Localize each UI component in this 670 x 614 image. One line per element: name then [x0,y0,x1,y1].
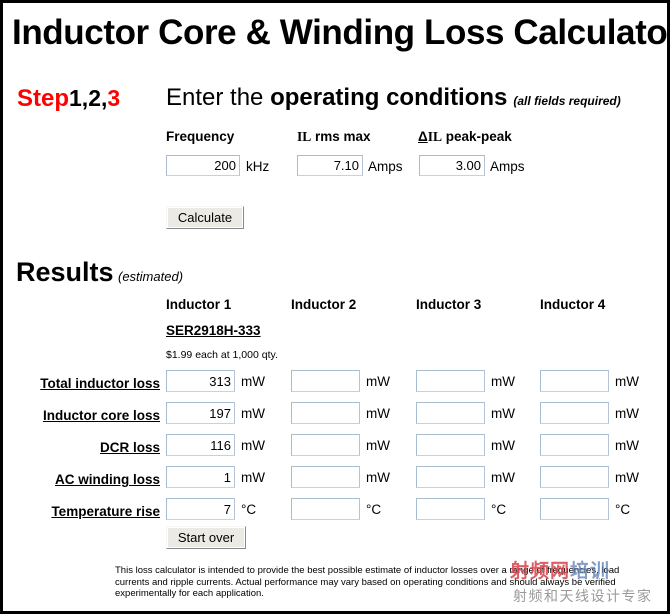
calculate-button[interactable]: Calculate [166,206,244,229]
row-label-inductor-core-loss-text: Inductor core loss [42,408,160,423]
row-label-total-inductor-loss-text: Total inductor loss [40,376,160,391]
result-total-inductor-loss-3[interactable] [416,370,485,392]
il-symbol-2: IL [427,129,442,144]
disclaimer-text: This loss calculator is intended to prov… [115,565,620,599]
unit-ac-winding-loss-1: mW [241,470,265,485]
result-ac-winding-loss-4[interactable] [540,466,609,488]
delta-il-peak-peak-input[interactable] [419,155,485,176]
result-dcr-loss-4[interactable] [540,434,609,456]
step-indicator: Step1,2,3 [17,87,120,111]
delta-symbol: Δ [418,129,428,144]
delta-il-peak-peak-label: ΔIL peak-peak [418,130,512,144]
column-header-inductor-2: Inductor 2 [291,297,357,312]
column-header-inductor-4: Inductor 4 [540,297,606,312]
unit-temperature-rise-4: °C [615,502,631,517]
unit-dcr-loss-4: mW [615,438,639,453]
step-instruction-plain: Enter the [166,84,271,111]
result-dcr-loss-2[interactable] [291,434,360,456]
il-rms-max-unit: Amps [368,159,403,174]
step-instruction-bold: operating conditions [270,84,508,111]
result-ac-winding-loss-1[interactable] [166,466,235,488]
row-label-ac-winding-loss: AC winding loss [3,471,160,489]
unit-ac-winding-loss-4: mW [615,470,639,485]
results-heading: Results [16,257,114,287]
unit-total-inductor-loss-2: mW [366,374,390,389]
step-word: Step [17,85,70,112]
row-label-temperature-rise-text: Temperature rise [51,504,160,519]
result-temperature-rise-3[interactable] [416,498,485,520]
result-total-inductor-loss-1[interactable] [166,370,235,392]
unit-ac-winding-loss-3: mW [491,470,515,485]
results-heading-note: (estimated) [118,269,184,284]
unit-total-inductor-loss-4: mW [615,374,639,389]
result-total-inductor-loss-4[interactable] [540,370,609,392]
result-dcr-loss-1[interactable] [166,434,235,456]
unit-dcr-loss-2: mW [366,438,390,453]
row-label-ac-winding-loss-text: AC winding loss [54,472,160,487]
result-inductor-core-loss-4[interactable] [540,402,609,424]
unit-dcr-loss-3: mW [491,438,515,453]
result-dcr-loss-3[interactable] [416,434,485,456]
unit-total-inductor-loss-1: mW [241,374,265,389]
result-inductor-core-loss-1[interactable] [166,402,235,424]
step-numbers-red: 3 [107,85,121,111]
result-inductor-core-loss-3[interactable] [416,402,485,424]
unit-dcr-loss-1: mW [241,438,265,453]
page-title: Inductor Core & Winding Loss Calculator [12,13,670,52]
row-label-dcr-loss-text: DCR loss [99,440,160,455]
frequency-input[interactable] [166,155,240,176]
inductor-1-part-number-link[interactable]: SER2918H-333 [166,324,261,338]
start-over-button[interactable]: Start over [166,526,246,549]
unit-temperature-rise-2: °C [366,502,382,517]
unit-total-inductor-loss-3: mW [491,374,515,389]
result-ac-winding-loss-3[interactable] [416,466,485,488]
frequency-label-text: Frequency [166,129,235,144]
delta-il-peak-peak-unit: Amps [490,159,525,174]
result-total-inductor-loss-2[interactable] [291,370,360,392]
frequency-label: Frequency [166,130,234,144]
all-fields-required-note: (all fields required) [513,94,621,108]
column-header-inductor-3: Inductor 3 [416,297,482,312]
column-header-inductor-1: Inductor 1 [166,297,232,312]
calculator-page: Inductor Core & Winding Loss Calculator … [0,0,670,614]
unit-temperature-rise-3: °C [491,502,507,517]
il-symbol: IL [297,129,312,144]
unit-ac-winding-loss-2: mW [366,470,390,485]
delta-il-peak-peak-label-text: peak-peak [441,129,512,144]
il-rms-max-input[interactable] [297,155,363,176]
unit-inductor-core-loss-1: mW [241,406,265,421]
step-instruction: Enter the operating conditions (all field… [166,86,621,110]
row-label-total-inductor-loss: Total inductor loss [3,375,160,393]
unit-inductor-core-loss-4: mW [615,406,639,421]
result-temperature-rise-2[interactable] [291,498,360,520]
row-label-temperature-rise: Temperature rise [3,503,160,521]
unit-temperature-rise-1: °C [241,502,257,517]
result-temperature-rise-4[interactable] [540,498,609,520]
il-rms-max-label: IL rms max [297,130,371,144]
frequency-unit: kHz [246,159,270,174]
result-inductor-core-loss-2[interactable] [291,402,360,424]
inductor-1-price: $1.99 each at 1,000 qty. [166,349,278,361]
unit-inductor-core-loss-3: mW [491,406,515,421]
result-ac-winding-loss-2[interactable] [291,466,360,488]
row-label-dcr-loss: DCR loss [3,439,160,457]
row-label-inductor-core-loss: Inductor core loss [3,407,160,425]
result-temperature-rise-1[interactable] [166,498,235,520]
il-rms-max-label-text: rms max [311,129,371,144]
step-numbers-black: 1,2, [69,85,108,111]
unit-inductor-core-loss-2: mW [366,406,390,421]
